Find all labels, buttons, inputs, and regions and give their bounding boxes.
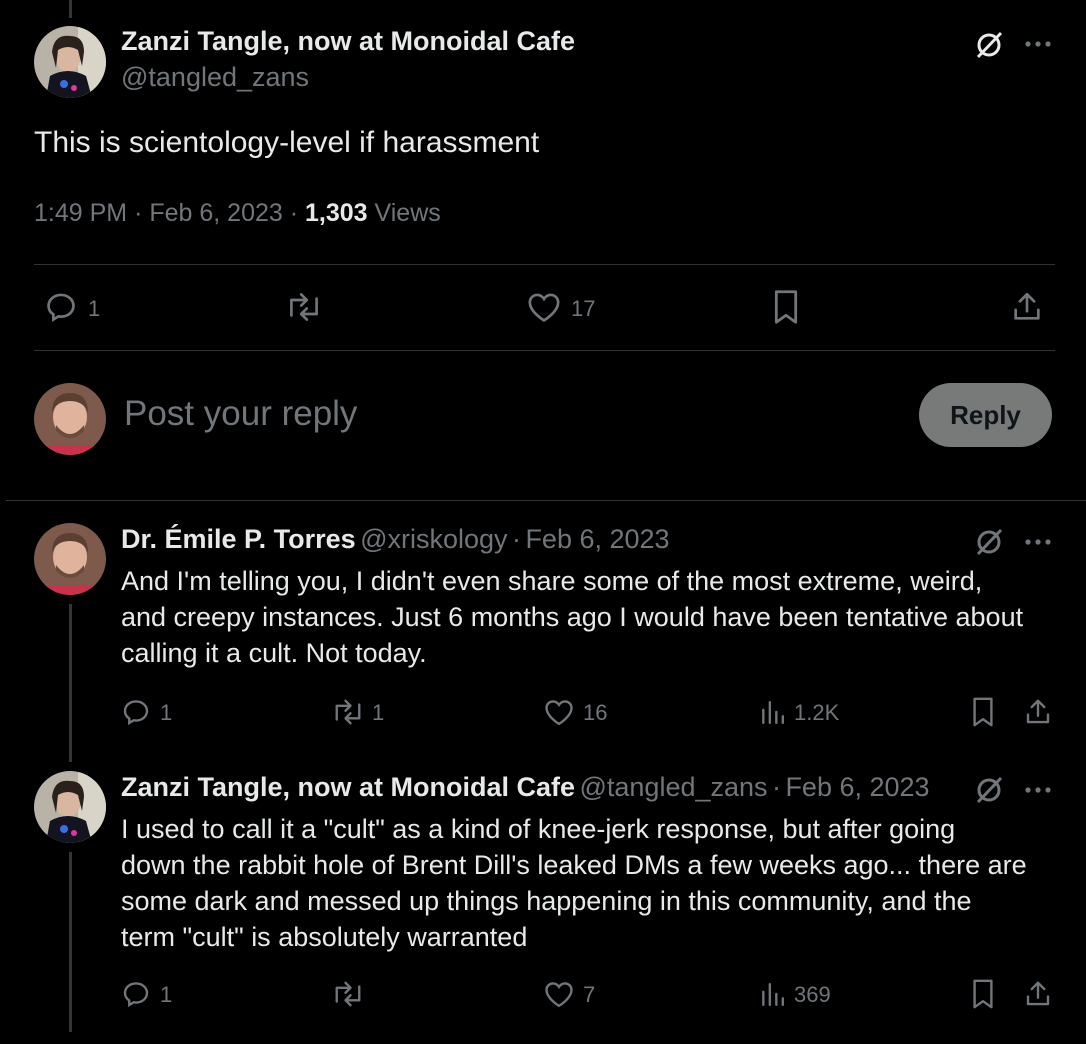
like-count: 16 xyxy=(583,700,608,725)
more-icon[interactable] xyxy=(1020,528,1056,556)
thread-view: Zanzi Tangle, now at Monoidal Cafe @tang… xyxy=(0,0,1086,1044)
reply-count: 1 xyxy=(160,982,173,1007)
thread-connector-line xyxy=(69,604,72,762)
repost-icon[interactable] xyxy=(328,977,368,1011)
like-icon[interactable] xyxy=(542,977,576,1011)
author-handle[interactable]: @tangled_zans xyxy=(121,62,309,93)
bookmark-icon[interactable] xyxy=(967,693,999,731)
like-count: 17 xyxy=(571,296,596,321)
post-date[interactable]: Feb 6, 2023 xyxy=(785,772,929,802)
like-icon[interactable] xyxy=(525,288,563,326)
post-text-line: calling it a cult. Not today. xyxy=(121,638,427,668)
author-name[interactable]: Zanzi Tangle, now at Monoidal Cafe xyxy=(121,26,575,57)
thread-connector-line xyxy=(69,852,72,1032)
reply-input[interactable]: Post your reply xyxy=(124,394,357,434)
avatar[interactable] xyxy=(34,26,106,98)
author-handle[interactable]: @tangled_zans xyxy=(579,772,767,802)
reply-icon[interactable] xyxy=(119,695,153,729)
repost-icon[interactable] xyxy=(282,288,326,326)
thread-connector-line xyxy=(69,0,72,18)
post-text-line: and creepy instances. Just 6 months ago … xyxy=(121,602,1024,632)
author-name[interactable]: Dr. Émile P. Torres xyxy=(121,524,356,554)
bookmark-icon[interactable] xyxy=(768,286,804,328)
views-label: Views xyxy=(374,199,441,227)
post-text-line: term "cult" is absolutely warranted xyxy=(121,922,528,952)
views-count: 369 xyxy=(794,982,831,1007)
repost-icon[interactable] xyxy=(328,695,368,729)
views-icon[interactable] xyxy=(755,977,789,1011)
like-count: 7 xyxy=(583,982,596,1007)
post-text-line: down the rabbit hole of Brent Dill's lea… xyxy=(121,850,1027,880)
share-icon[interactable] xyxy=(1021,977,1055,1011)
reply-count: 1 xyxy=(88,296,101,321)
post-text: And I'm telling you, I didn't even share… xyxy=(121,563,1023,671)
share-icon[interactable] xyxy=(1008,288,1046,326)
like-icon[interactable] xyxy=(542,695,576,729)
repost-count: 1 xyxy=(372,700,385,725)
reply-icon[interactable] xyxy=(42,288,80,326)
views-count: 1.2K xyxy=(794,700,840,725)
post-header: Zanzi Tangle, now at Monoidal Cafe @tang… xyxy=(121,772,930,803)
separator: · xyxy=(134,199,143,227)
grok-icon[interactable] xyxy=(970,523,1008,561)
reply-icon[interactable] xyxy=(119,977,153,1011)
grok-icon[interactable] xyxy=(970,771,1008,809)
share-icon[interactable] xyxy=(1021,695,1055,729)
post-text-line: And I'm telling you, I didn't even share… xyxy=(121,566,983,596)
divider xyxy=(6,500,1086,501)
avatar[interactable] xyxy=(34,771,106,843)
current-user-avatar[interactable] xyxy=(34,383,106,455)
views-icon[interactable] xyxy=(755,695,789,729)
author-handle[interactable]: @xriskology xyxy=(360,524,507,554)
avatar[interactable] xyxy=(34,523,106,595)
separator: · xyxy=(511,524,521,554)
reply-count: 1 xyxy=(160,700,173,725)
divider xyxy=(34,350,1055,351)
post-date[interactable]: Feb 6, 2023 xyxy=(525,524,669,554)
bookmark-icon[interactable] xyxy=(967,975,999,1013)
author-name[interactable]: Zanzi Tangle, now at Monoidal Cafe xyxy=(121,772,575,802)
reply-button[interactable]: Reply xyxy=(919,383,1052,447)
grok-icon[interactable] xyxy=(970,26,1008,64)
post-text-line: I used to call it a "cult" as a kind of … xyxy=(121,814,956,844)
post-time[interactable]: 1:49 PM xyxy=(34,199,127,227)
post-metadata: 1:49 PM · Feb 6, 2023 · 1,303 Views xyxy=(34,199,441,228)
post-text: I used to call it a "cult" as a kind of … xyxy=(121,811,1027,955)
post-date[interactable]: Feb 6, 2023 xyxy=(149,199,282,227)
post-text: This is scientology-level if harassment xyxy=(34,126,540,159)
views-count: 1,303 xyxy=(305,199,368,227)
separator: · xyxy=(289,199,299,227)
post-text-line: some dark and messed up things happening… xyxy=(121,886,972,916)
more-icon[interactable] xyxy=(1020,30,1056,58)
post-header: Dr. Émile P. Torres @xriskology · Feb 6,… xyxy=(121,524,670,555)
separator: · xyxy=(771,772,781,802)
more-icon[interactable] xyxy=(1020,776,1056,804)
divider xyxy=(34,264,1055,265)
